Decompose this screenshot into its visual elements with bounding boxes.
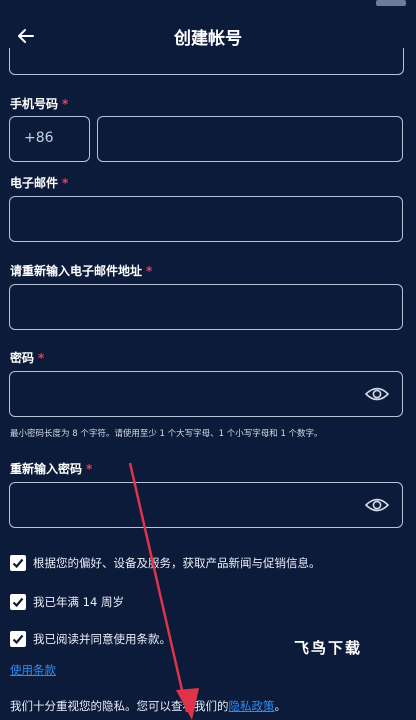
age-confirm-checkbox[interactable] [10,594,26,610]
required-mark: * [38,351,45,365]
privacy-text: 我们十分重视您的隐私。您可以查看我们的 [10,699,229,713]
age-confirm-row[interactable]: 我已年满 14 周岁 [10,594,124,610]
previous-input-field[interactable] [9,48,404,75]
email-confirm-field[interactable] [9,284,403,330]
check-icon [12,558,24,569]
required-mark: * [62,97,69,111]
marketing-consent-row[interactable]: 根据您的偏好、设备及服务，获取产品新闻与促销信息。 [10,555,321,571]
email-confirm-label: 请重新输入电子邮件地址 * [10,264,153,278]
email-field[interactable] [9,196,403,242]
terms-agree-label: 我已阅读并同意使用条款。 [33,632,171,646]
phone-input[interactable] [98,117,402,161]
email-input[interactable] [10,197,402,241]
email-confirm-input[interactable] [10,285,402,329]
terms-agree-row[interactable]: 我已阅读并同意使用条款。 [10,631,171,647]
required-mark: * [62,176,69,190]
phone-label: 手机号码 * [10,97,69,111]
signal-indicator-icon [376,0,406,6]
password-confirm-field[interactable] [9,482,403,528]
required-mark: * [146,264,153,278]
country-code-value: +86 [24,130,54,146]
terms-agree-checkbox[interactable] [10,631,26,647]
show-password-confirm-button[interactable] [364,495,390,515]
eye-icon [364,387,390,401]
privacy-notice: 我们十分重视您的隐私。您可以查看我们的隐私政策。 [10,698,286,714]
marketing-consent-checkbox[interactable] [10,555,26,571]
email-label: 电子邮件 * [10,176,69,190]
phone-field[interactable] [97,116,403,162]
age-confirm-label: 我已年满 14 周岁 [33,595,124,609]
page-title: 创建帐号 [174,29,242,49]
show-password-button[interactable] [364,384,390,404]
privacy-suffix: 。 [274,699,287,713]
password-confirm-input[interactable] [10,483,350,527]
status-bar [0,0,416,14]
password-hint: 最小密码长度为 8 个字符。请使用至少 1 个大写字母、1 个小写字母和 1 个… [10,429,323,439]
privacy-policy-link[interactable]: 隐私政策 [229,699,275,713]
check-icon [12,597,24,608]
terms-of-use-link[interactable]: 使用条款 [10,662,56,678]
password-input[interactable] [10,372,350,416]
required-mark: * [86,462,93,476]
watermark: 飞鸟下载 [294,639,363,657]
eye-icon [364,498,390,512]
country-code-select[interactable]: +86 [9,116,90,162]
password-confirm-label: 重新输入密码 * [10,462,93,476]
marketing-consent-label: 根据您的偏好、设备及服务，获取产品新闻与促销信息。 [33,556,321,570]
check-icon [12,634,24,645]
password-label: 密码 * [10,351,45,365]
password-field[interactable] [9,371,403,417]
